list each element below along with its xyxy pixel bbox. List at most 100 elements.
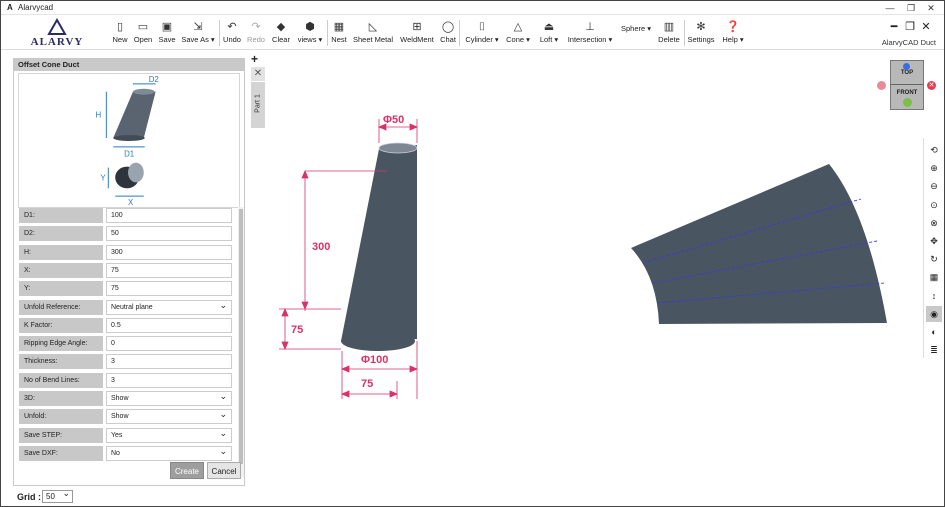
rotate-icon[interactable]: ↻ (926, 251, 942, 267)
status-bar: Grid : 50 (1, 488, 944, 506)
param-input[interactable]: 75 (106, 262, 232, 278)
measure-icon[interactable]: ↕ (926, 288, 942, 304)
param-input[interactable]: 75 (106, 281, 232, 297)
delete-button[interactable]: ▥ Delete (657, 19, 681, 47)
param-input[interactable]: 3 (106, 372, 232, 388)
param-select[interactable]: Show (106, 390, 232, 406)
param-select[interactable]: No (106, 445, 232, 461)
save-button[interactable]: ▣ Save (157, 19, 177, 47)
param-label: D2: (19, 226, 103, 242)
param-select[interactable]: Yes (106, 427, 232, 443)
view-tools: ⟲ ⊕ ⊖ ⊙ ⊗ ✥ ↻ ▦ ↕ ◉ ◐ ≣ (923, 138, 943, 358)
eraser-icon: ◆ (276, 21, 286, 33)
close-tab-button[interactable]: ✕ (251, 67, 265, 81)
zoom-window-icon[interactable]: ⊗ (926, 215, 942, 231)
param-row: D1: 100 (19, 208, 243, 223)
inner-close-icon[interactable]: ✕ (918, 20, 934, 33)
param-select[interactable]: Show (106, 408, 232, 425)
new-button[interactable]: ▯ New (110, 19, 130, 47)
gear-icon: ✻ (696, 21, 706, 33)
cylinder-icon: ⌷ (478, 21, 486, 33)
settings-button[interactable]: ✻ Settings (687, 19, 715, 47)
dim-bottom-diameter: Φ100 (361, 354, 388, 366)
layers-icon[interactable]: ≣ (926, 342, 942, 358)
nest-icon: ▦ (333, 21, 345, 33)
grid-icon[interactable]: ▦ (926, 269, 942, 285)
help-icon: ❓ (726, 21, 740, 33)
open-button[interactable]: ▭ Open (132, 19, 154, 47)
contrast-icon[interactable]: ◐ (926, 324, 942, 340)
clear-button[interactable]: ◆ Clear (271, 19, 291, 47)
param-input[interactable]: 0.5 (106, 317, 232, 333)
redo-icon: ↷ (251, 21, 261, 33)
loft-button[interactable]: ⏏ Loft ▾ (537, 19, 561, 47)
param-input[interactable]: 300 (106, 244, 232, 260)
grid-select[interactable]: 50 (42, 488, 73, 503)
intersection-icon: ⊥ (585, 21, 595, 33)
eye-icon[interactable]: ◉ (926, 305, 942, 322)
cylinder-button[interactable]: ⌷ Cylinder ▾ (463, 19, 501, 47)
zoom-in-icon[interactable]: ⊕ (926, 160, 942, 176)
panel-scrollbar[interactable] (238, 207, 244, 477)
panel-title: Offset Cone Duct (14, 59, 244, 71)
param-row: Save STEP: Yes (19, 427, 243, 443)
dim-offset-y: 75 (291, 324, 303, 336)
grid-label: Grid : (17, 492, 41, 502)
undo-icon: ↶ (227, 21, 237, 33)
inner-minimize-icon[interactable]: ━ (886, 20, 902, 33)
alarvy-logo: ALARVY (31, 18, 84, 48)
view-top-label: TOP (900, 70, 914, 76)
scroll-thumb[interactable] (239, 209, 243, 464)
save-icon: ▣ (161, 21, 173, 33)
param-label: H: (19, 244, 103, 260)
cone-icon: △ (513, 21, 523, 33)
orbit-icon[interactable]: ⟲ (926, 142, 942, 158)
zoom-fit-icon[interactable]: ⊙ (926, 197, 942, 213)
param-input[interactable]: 100 (106, 208, 232, 223)
create-button[interactable]: Create (170, 462, 204, 479)
d1-label: D1 (124, 150, 134, 159)
help-button[interactable]: ❓ Help ▾ (719, 19, 747, 47)
app-icon: A (7, 3, 13, 12)
save-as-button[interactable]: ⇲ Save As ▾ (179, 19, 217, 47)
minimize-icon[interactable]: — (882, 2, 898, 14)
dim-height: 300 (312, 241, 330, 253)
param-input[interactable]: 50 (106, 226, 232, 242)
restore-icon[interactable]: ❐ (903, 2, 919, 14)
inner-restore-icon[interactable]: ❐ (902, 20, 918, 33)
views-button[interactable]: ⬢ views ▾ (295, 19, 325, 47)
d2-label: D2 (149, 75, 159, 84)
trash-icon: ▥ (663, 21, 675, 33)
param-label: Save DXF: (19, 445, 103, 461)
dim-top-diameter: Φ50 (383, 114, 404, 126)
param-input[interactable]: 3 (106, 354, 232, 370)
window-title: Alarvycad (18, 3, 54, 12)
redo-button[interactable]: ↷ Redo (246, 19, 266, 47)
weldment-button[interactable]: ⊞ WeldMent (399, 19, 435, 47)
nest-button[interactable]: ▦ Nest (330, 19, 348, 47)
tab-part-1[interactable]: Part 1 (251, 82, 265, 128)
sphere-button[interactable]: Sphere ▾ (619, 24, 653, 52)
chat-button[interactable]: ◯ Chat (439, 19, 457, 47)
undo-button[interactable]: ↶ Undo (222, 19, 242, 47)
dim-offset-x: 75 (361, 378, 373, 390)
logo-text: ALARVY (31, 36, 84, 48)
toolbar-divider (327, 20, 328, 46)
parameters-panel: Offset Cone Duct D2 H D1 Y X D1: 100 D2: 50… (13, 58, 245, 486)
axis-x-dot: ✕ (927, 81, 936, 90)
cad-viewport[interactable]: Φ50 300 75 Φ100 75 (267, 51, 944, 491)
intersection-button[interactable]: ⊥ Intersection ▾ (565, 19, 615, 47)
param-input[interactable]: 0 (106, 336, 232, 352)
pan-icon[interactable]: ✥ (926, 233, 942, 249)
add-part-button[interactable]: + (251, 52, 258, 66)
close-icon[interactable]: ✕ (923, 2, 939, 14)
sheet-metal-button[interactable]: ◺ Sheet Metal (352, 19, 394, 47)
zoom-out-icon[interactable]: ⊖ (926, 178, 942, 194)
cone-button[interactable]: △ Cone ▾ (505, 19, 531, 47)
param-label: Thickness: (19, 354, 103, 370)
param-row: K Factor: 0.5 (19, 317, 243, 333)
param-label: D1: (19, 208, 103, 223)
param-select[interactable]: Neutral plane (106, 299, 232, 315)
param-label: Unfold: (19, 409, 103, 425)
cancel-button[interactable]: Cancel (207, 462, 241, 479)
